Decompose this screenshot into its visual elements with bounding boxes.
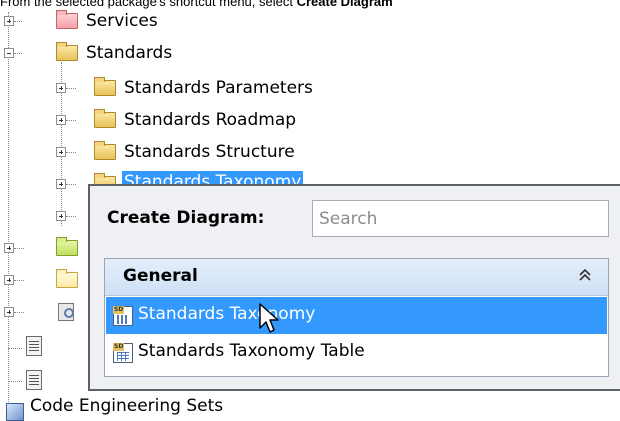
tree-item-standards-structure[interactable]: Standards Structure (124, 141, 295, 163)
tree-item-standards-parameters[interactable]: Standards Parameters (124, 77, 313, 99)
mouse-pointer-icon (259, 303, 279, 333)
expand-icon[interactable] (4, 243, 14, 253)
expand-icon[interactable] (4, 16, 14, 26)
document-icon (26, 370, 42, 390)
list-item-standards-taxonomy-table[interactable]: SD Standards Taxonomy Table (106, 334, 607, 371)
double-chevron-up-icon (579, 268, 591, 281)
expand-icon[interactable] (56, 147, 66, 157)
list-item-label: Standards Taxonomy Table (138, 341, 365, 361)
search-result-icon (58, 303, 74, 321)
collapse-group-icon[interactable] (578, 267, 592, 287)
folder-icon (94, 141, 116, 160)
tree-item-code-engineering-sets[interactable]: Code Engineering Sets (30, 396, 223, 416)
folder-icon (56, 269, 78, 288)
popup-title: Create Diagram: (107, 208, 265, 228)
table-icon: SD (113, 343, 133, 363)
tree-line (8, 12, 9, 412)
list-item-label: Standards Taxonomy (138, 304, 316, 324)
list-item-standards-taxonomy[interactable]: SD Standards Taxonomy (106, 297, 607, 334)
tree-item-services[interactable]: Services (86, 10, 158, 32)
diagram-type-list: General SD Standards Taxonomy SD Standar… (104, 258, 609, 377)
group-title: General (123, 266, 198, 286)
diagram-icon: SD (113, 306, 133, 326)
document-icon (26, 336, 42, 356)
expand-icon[interactable] (56, 115, 66, 125)
expand-icon[interactable] (56, 179, 66, 189)
expand-icon[interactable] (56, 83, 66, 93)
expand-icon[interactable] (4, 307, 14, 317)
folder-icon (56, 42, 78, 61)
group-header-general[interactable]: General (105, 259, 608, 296)
expand-icon[interactable] (4, 275, 14, 285)
tree-item-standards-roadmap[interactable]: Standards Roadmap (124, 109, 296, 131)
tree-item-standards[interactable]: Standards (86, 42, 172, 64)
folder-icon (94, 77, 116, 96)
create-diagram-popup: Create Diagram: General SD Standards Tax… (88, 184, 620, 391)
folder-icon (56, 10, 78, 29)
folder-icon (56, 237, 78, 256)
search-input[interactable] (312, 200, 609, 237)
folder-icon (94, 109, 116, 128)
collapse-icon[interactable] (4, 48, 14, 58)
code-engineering-sets-icon (6, 403, 24, 421)
expand-icon[interactable] (56, 211, 66, 221)
